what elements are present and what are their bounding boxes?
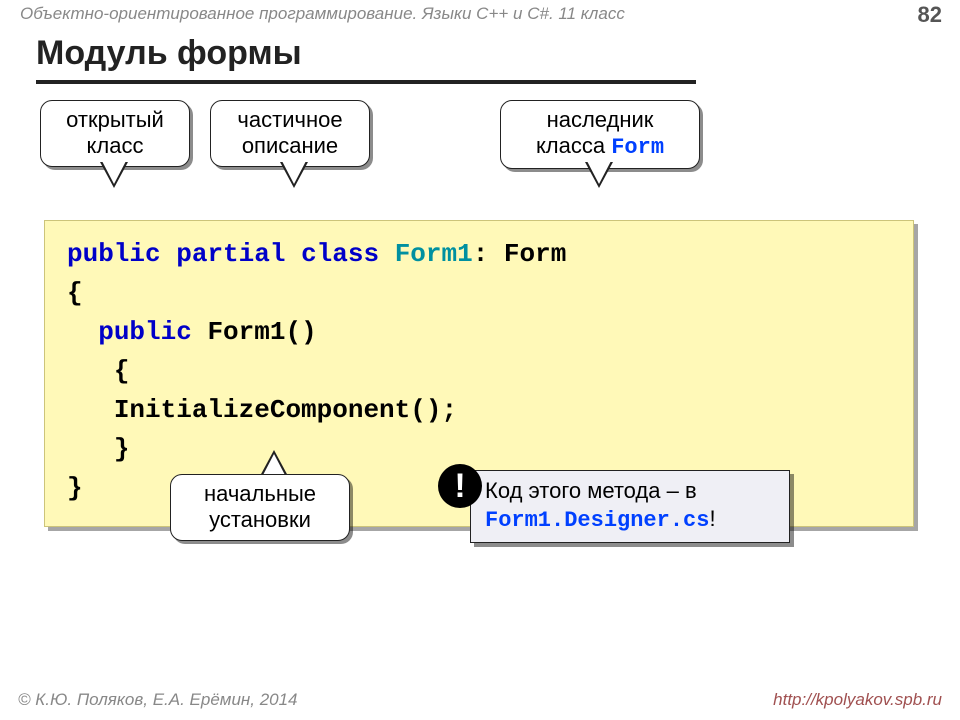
- callout-line: установки: [209, 507, 311, 532]
- kw: partial: [176, 239, 285, 269]
- callout-line: класс: [87, 133, 144, 158]
- callout-line: класса: [536, 133, 611, 158]
- callout-line: описание: [242, 133, 338, 158]
- note-bang: !: [709, 506, 715, 531]
- note-designer-file: Код этого метода – в Form1.Designer.cs!: [470, 470, 790, 543]
- exclamation-icon: !: [438, 464, 482, 508]
- callout-partial: частичное описание: [210, 100, 370, 167]
- brace: }: [114, 434, 130, 464]
- callout-tail: [585, 162, 613, 188]
- note-filename: Form1.Designer.cs: [485, 508, 709, 533]
- code-text: : Form: [473, 239, 567, 269]
- callout-line: наследник: [547, 107, 654, 132]
- note-line: Код этого метода – в: [485, 478, 697, 503]
- page-number: 82: [918, 2, 942, 28]
- ctor: Form1(): [207, 317, 316, 347]
- kw: class: [301, 239, 379, 269]
- brace: {: [67, 278, 83, 308]
- brace: }: [67, 473, 83, 503]
- code-line: InitializeComponent();: [114, 395, 457, 425]
- type-name: Form1: [395, 239, 473, 269]
- callout-tail: [280, 162, 308, 188]
- footer-url: http://kpolyakov.spb.ru: [773, 690, 942, 710]
- footer-copyright: © К.Ю. Поляков, Е.А. Ерёмин, 2014: [18, 690, 298, 710]
- callout-line: начальные: [204, 481, 316, 506]
- title-underline: [36, 80, 696, 84]
- callout-initial-setup: начальные установки: [170, 474, 350, 541]
- callout-open-class: открытый класс: [40, 100, 190, 167]
- callout-code: Form: [611, 135, 664, 160]
- callout-tail: [260, 450, 288, 476]
- callout-tail: [100, 162, 128, 188]
- kw: public: [67, 239, 161, 269]
- callout-inherits: наследник класса Form: [500, 100, 700, 169]
- callout-line: открытый: [66, 107, 164, 132]
- course-header: Объектно-ориентированное программировани…: [0, 0, 960, 28]
- kw: public: [98, 317, 192, 347]
- brace: {: [114, 356, 130, 386]
- slide-title: Модуль формы: [36, 34, 302, 73]
- callout-line: частичное: [237, 107, 342, 132]
